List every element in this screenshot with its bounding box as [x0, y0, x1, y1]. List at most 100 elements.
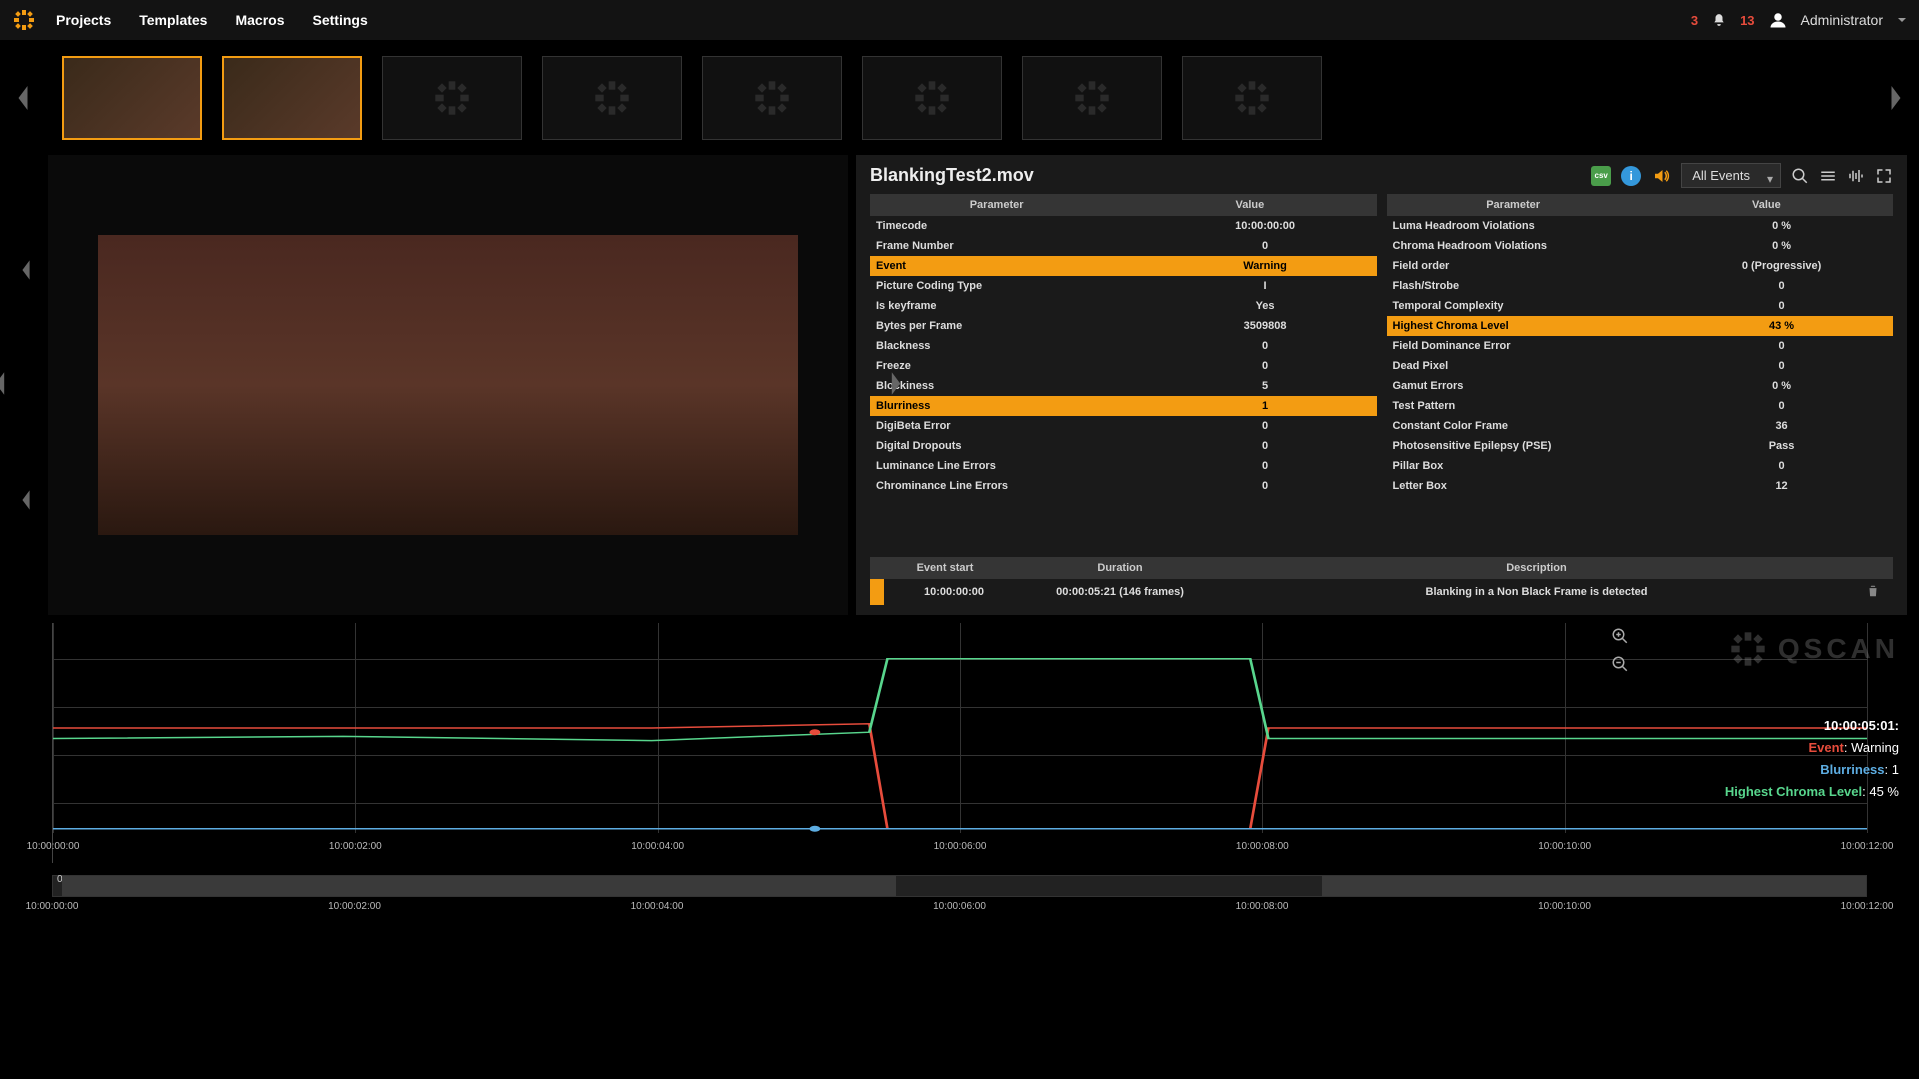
thumbnail[interactable] [542, 56, 682, 140]
timeline-tick-label: 10:00:04:00 [631, 841, 684, 852]
param-row: Is keyframeYes [870, 296, 1377, 316]
readout-blur-label: Blurriness [1820, 762, 1884, 777]
param-row: Picture Coding TypeI [870, 276, 1377, 296]
event-filter-select[interactable]: All Events [1681, 163, 1781, 188]
notif-count[interactable]: 13 [1740, 13, 1754, 28]
preview-prev-button[interactable] [0, 370, 8, 401]
audio-icon[interactable] [1651, 166, 1671, 186]
param-header-val: Value [1123, 194, 1376, 216]
readout-hcl-label: Highest Chroma Level [1725, 784, 1862, 799]
list-icon[interactable] [1819, 167, 1837, 185]
param-value: 0 [1670, 336, 1893, 356]
overview-scrollbar[interactable]: 0 [52, 875, 1867, 897]
event-delete-icon[interactable] [1853, 584, 1893, 601]
user-caret-icon[interactable] [1897, 15, 1907, 25]
nav-templates[interactable]: Templates [139, 12, 207, 28]
param-row: Constant Color Frame36 [1387, 416, 1894, 436]
rail-prev-frame-icon[interactable] [19, 258, 33, 282]
thumbs-prev-button[interactable] [8, 53, 38, 143]
nav-macros[interactable]: Macros [235, 12, 284, 28]
param-row: Timecode10:00:00:00 [870, 216, 1377, 236]
events-header: Event start Duration Description [870, 557, 1893, 579]
param-value: 0 % [1670, 376, 1893, 396]
thumbnails [46, 56, 1873, 140]
param-value: 1 [1154, 396, 1377, 416]
param-key: Field order [1387, 256, 1671, 276]
nav-projects[interactable]: Projects [56, 12, 111, 28]
param-row: Bytes per Frame3509808 [870, 316, 1377, 336]
fullscreen-icon[interactable] [1875, 167, 1893, 185]
param-row: Highest Chroma Level43 % [1387, 316, 1894, 336]
param-row: EventWarning [870, 256, 1377, 276]
thumbnail[interactable] [702, 56, 842, 140]
param-value: 0 [1670, 276, 1893, 296]
user-icon[interactable] [1769, 11, 1787, 29]
param-header-left: Parameter Value [870, 194, 1377, 216]
overview-tick-label: 10:00:02:00 [328, 901, 381, 912]
param-key: Luminance Line Errors [870, 456, 1154, 476]
export-csv-icon[interactable]: csv [1591, 166, 1611, 186]
user-name[interactable]: Administrator [1801, 12, 1883, 28]
thumbnail-strip [0, 40, 1919, 155]
param-row: Chroma Headroom Violations0 % [1387, 236, 1894, 256]
thumbs-next-button[interactable] [1881, 53, 1911, 143]
zoom-out-icon[interactable] [1611, 655, 1629, 673]
playhead-marker[interactable] [809, 729, 820, 735]
param-key: Field Dominance Error [1387, 336, 1671, 356]
zoom-in-icon[interactable] [1611, 627, 1629, 645]
param-value: 10:00:00:00 [1154, 216, 1377, 236]
param-value: 5 [1154, 376, 1377, 396]
param-row: Test Pattern0 [1387, 396, 1894, 416]
param-key: Dead Pixel [1387, 356, 1671, 376]
event-row[interactable]: 10:00:00:0000:00:05:21 (146 frames)Blank… [870, 579, 1893, 605]
thumbnail[interactable] [222, 56, 362, 140]
param-key: DigiBeta Error [870, 416, 1154, 436]
param-key: Timecode [870, 216, 1154, 236]
overview-tick-label: 10:00:06:00 [933, 901, 986, 912]
bell-icon[interactable] [1712, 13, 1726, 27]
param-row: Frame Number0 [870, 236, 1377, 256]
rail-collapse-icon[interactable] [19, 488, 33, 512]
readout-hcl-value: : 45 % [1862, 784, 1899, 799]
param-row: Dead Pixel0 [1387, 356, 1894, 376]
param-key: Constant Color Frame [1387, 416, 1671, 436]
param-row: Pillar Box0 [1387, 456, 1894, 476]
thumbnail[interactable] [62, 56, 202, 140]
param-value: 12 [1670, 476, 1893, 496]
playhead-marker-2[interactable] [809, 826, 820, 832]
info-icon[interactable]: i [1621, 166, 1641, 186]
nav-settings[interactable]: Settings [313, 12, 368, 28]
param-key: Photosensitive Epilepsy (PSE) [1387, 436, 1671, 456]
param-row: Digital Dropouts0 [870, 436, 1377, 456]
events-header-desc: Description [1220, 557, 1853, 579]
param-row: Letter Box12 [1387, 476, 1894, 496]
param-row: DigiBeta Error0 [870, 416, 1377, 436]
thumbnail[interactable] [862, 56, 1002, 140]
param-value: 0 [1154, 456, 1377, 476]
search-icon[interactable] [1791, 167, 1809, 185]
param-key: Temporal Complexity [1387, 296, 1671, 316]
thumbnail[interactable] [1022, 56, 1162, 140]
timeline-overview: 0 10:00:00:0010:00:02:0010:00:04:0010:00… [0, 871, 1919, 931]
thumbnail[interactable] [1182, 56, 1322, 140]
events-header-duration: Duration [1020, 557, 1220, 579]
param-value: I [1154, 276, 1377, 296]
param-value: 0 [1670, 296, 1893, 316]
param-key: Luma Headroom Violations [1387, 216, 1671, 236]
thumbnail[interactable] [382, 56, 522, 140]
brand-watermark: QSCAN [1728, 629, 1899, 669]
param-value: 0 (Progressive) [1670, 256, 1893, 276]
param-key: Frame Number [870, 236, 1154, 256]
param-row: Freeze0 [870, 356, 1377, 376]
param-value: 0 % [1670, 236, 1893, 256]
waveform-icon[interactable] [1847, 167, 1865, 185]
param-key: Bytes per Frame [870, 316, 1154, 336]
preview-next-button[interactable] [888, 370, 904, 401]
timeline-tick-label: 10:00:08:00 [1236, 841, 1289, 852]
param-key: Chroma Headroom Violations [1387, 236, 1671, 256]
event-start: 10:00:00:00 [888, 586, 1020, 598]
graph-area[interactable]: 10:00:00:0010:00:02:0010:00:04:0010:00:0… [52, 623, 1867, 863]
alert-count[interactable]: 3 [1691, 13, 1698, 28]
param-row: Gamut Errors0 % [1387, 376, 1894, 396]
param-value: 36 [1670, 416, 1893, 436]
